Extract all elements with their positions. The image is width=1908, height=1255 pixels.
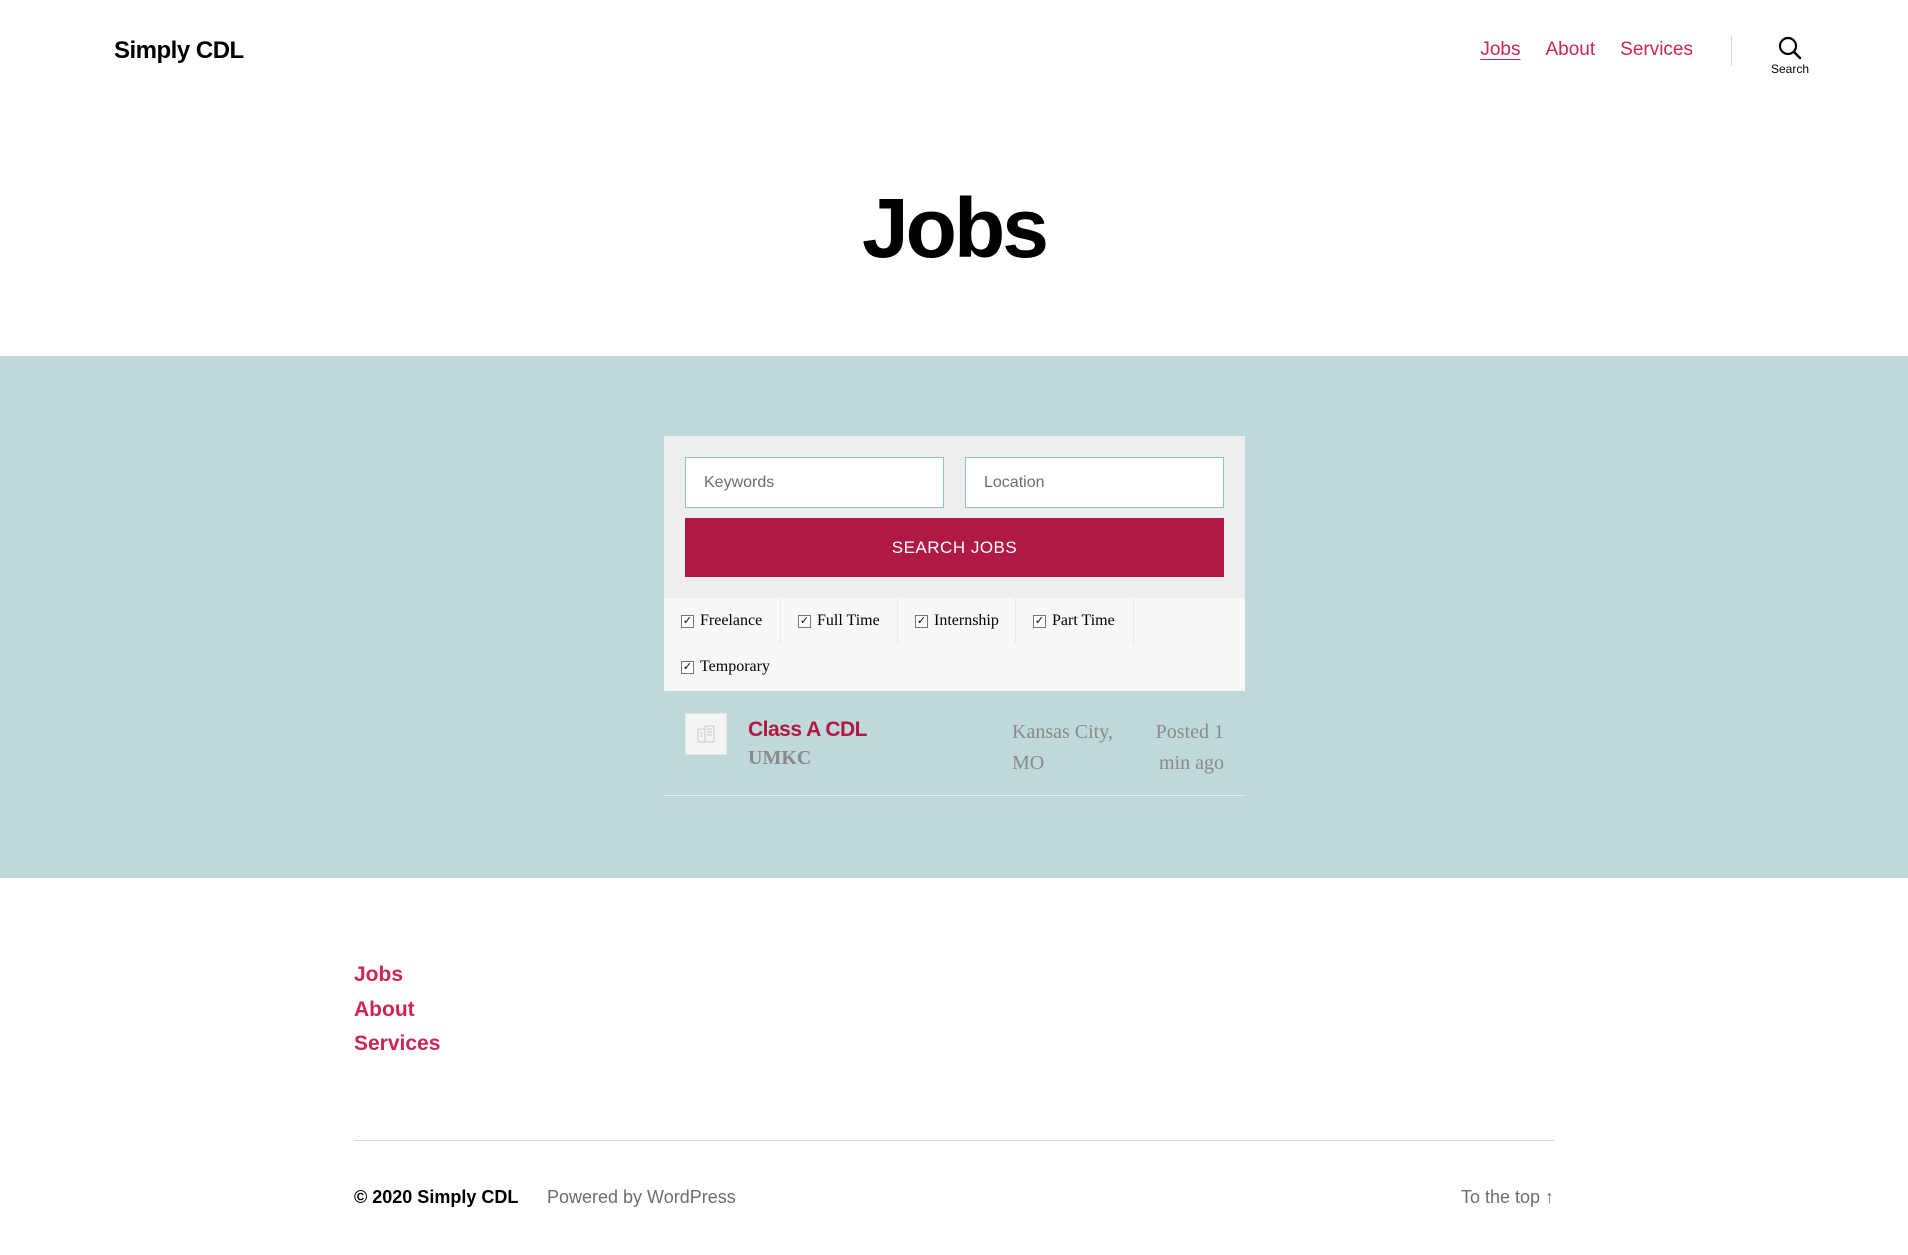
filter-full-time[interactable]: ✓ Full Time (781, 598, 898, 644)
nav-item-about[interactable]: About (1545, 39, 1595, 61)
copyright-text: © 2020 Simply CDL (354, 1187, 519, 1207)
footer-nav-about[interactable]: About (354, 993, 440, 1028)
filter-label: Full Time (817, 612, 880, 629)
nav-item-services[interactable]: Services (1620, 39, 1693, 61)
building-icon (697, 725, 715, 743)
job-manager-box: SEARCH JOBS ✓ Freelance ✓ Full Time ✓ In… (664, 436, 1245, 796)
footer-nav-jobs[interactable]: Jobs (354, 958, 440, 993)
footer-divider (354, 1140, 1554, 1141)
page-title: Jobs (861, 181, 1049, 275)
primary-nav: Jobs About Services (1480, 39, 1693, 61)
search-icon (1778, 36, 1802, 60)
job-posted-date: Posted 1 min ago (1155, 721, 1224, 774)
job-search-form: SEARCH JOBS (664, 436, 1245, 598)
site-header: Simply CDL Jobs About Services Search (0, 0, 1908, 110)
filter-temporary[interactable]: ✓ Temporary (664, 644, 781, 690)
site-title[interactable]: Simply CDL (114, 37, 244, 65)
checkbox-checked-icon[interactable]: ✓ (681, 660, 694, 674)
keywords-input[interactable] (685, 457, 944, 508)
company-logo-placeholder (685, 713, 727, 755)
company-name: UMKC (748, 747, 812, 769)
filter-label: Part Time (1052, 612, 1115, 629)
search-toggle-button[interactable]: Search (1760, 36, 1820, 86)
footer-nav-services[interactable]: Services (354, 1027, 440, 1062)
checkbox-checked-icon[interactable]: ✓ (681, 614, 694, 628)
job-location: Kansas City, MO (1012, 721, 1113, 774)
job-type-filters: ✓ Freelance ✓ Full Time ✓ Internship ✓ P… (664, 598, 1245, 691)
search-jobs-button[interactable]: SEARCH JOBS (685, 518, 1224, 577)
filter-label: Freelance (700, 612, 763, 629)
job-title-link[interactable]: Class A CDL (748, 718, 867, 742)
filter-part-time[interactable]: ✓ Part Time (1016, 598, 1134, 644)
filter-label: Internship (934, 612, 999, 629)
to-the-top-link[interactable]: To the top ↑ (1461, 1187, 1554, 1208)
powered-by-link[interactable]: Powered by WordPress (547, 1187, 736, 1208)
location-input[interactable] (965, 457, 1224, 508)
search-toggle-label: Search (1770, 62, 1810, 76)
footer-nav: Jobs About Services (354, 958, 440, 1062)
checkbox-checked-icon[interactable]: ✓ (1033, 614, 1046, 628)
filter-label: Temporary (700, 658, 770, 675)
checkbox-checked-icon[interactable]: ✓ (798, 614, 811, 628)
nav-divider (1731, 36, 1732, 66)
filter-internship[interactable]: ✓ Internship (898, 598, 1016, 644)
job-listing[interactable]: Class A CDL UMKC Kansas City, MO Posted … (664, 691, 1245, 796)
job-listings-section: SEARCH JOBS ✓ Freelance ✓ Full Time ✓ In… (0, 356, 1908, 878)
nav-item-jobs[interactable]: Jobs (1480, 39, 1520, 61)
filter-freelance[interactable]: ✓ Freelance (664, 598, 781, 644)
checkbox-checked-icon[interactable]: ✓ (915, 614, 928, 628)
